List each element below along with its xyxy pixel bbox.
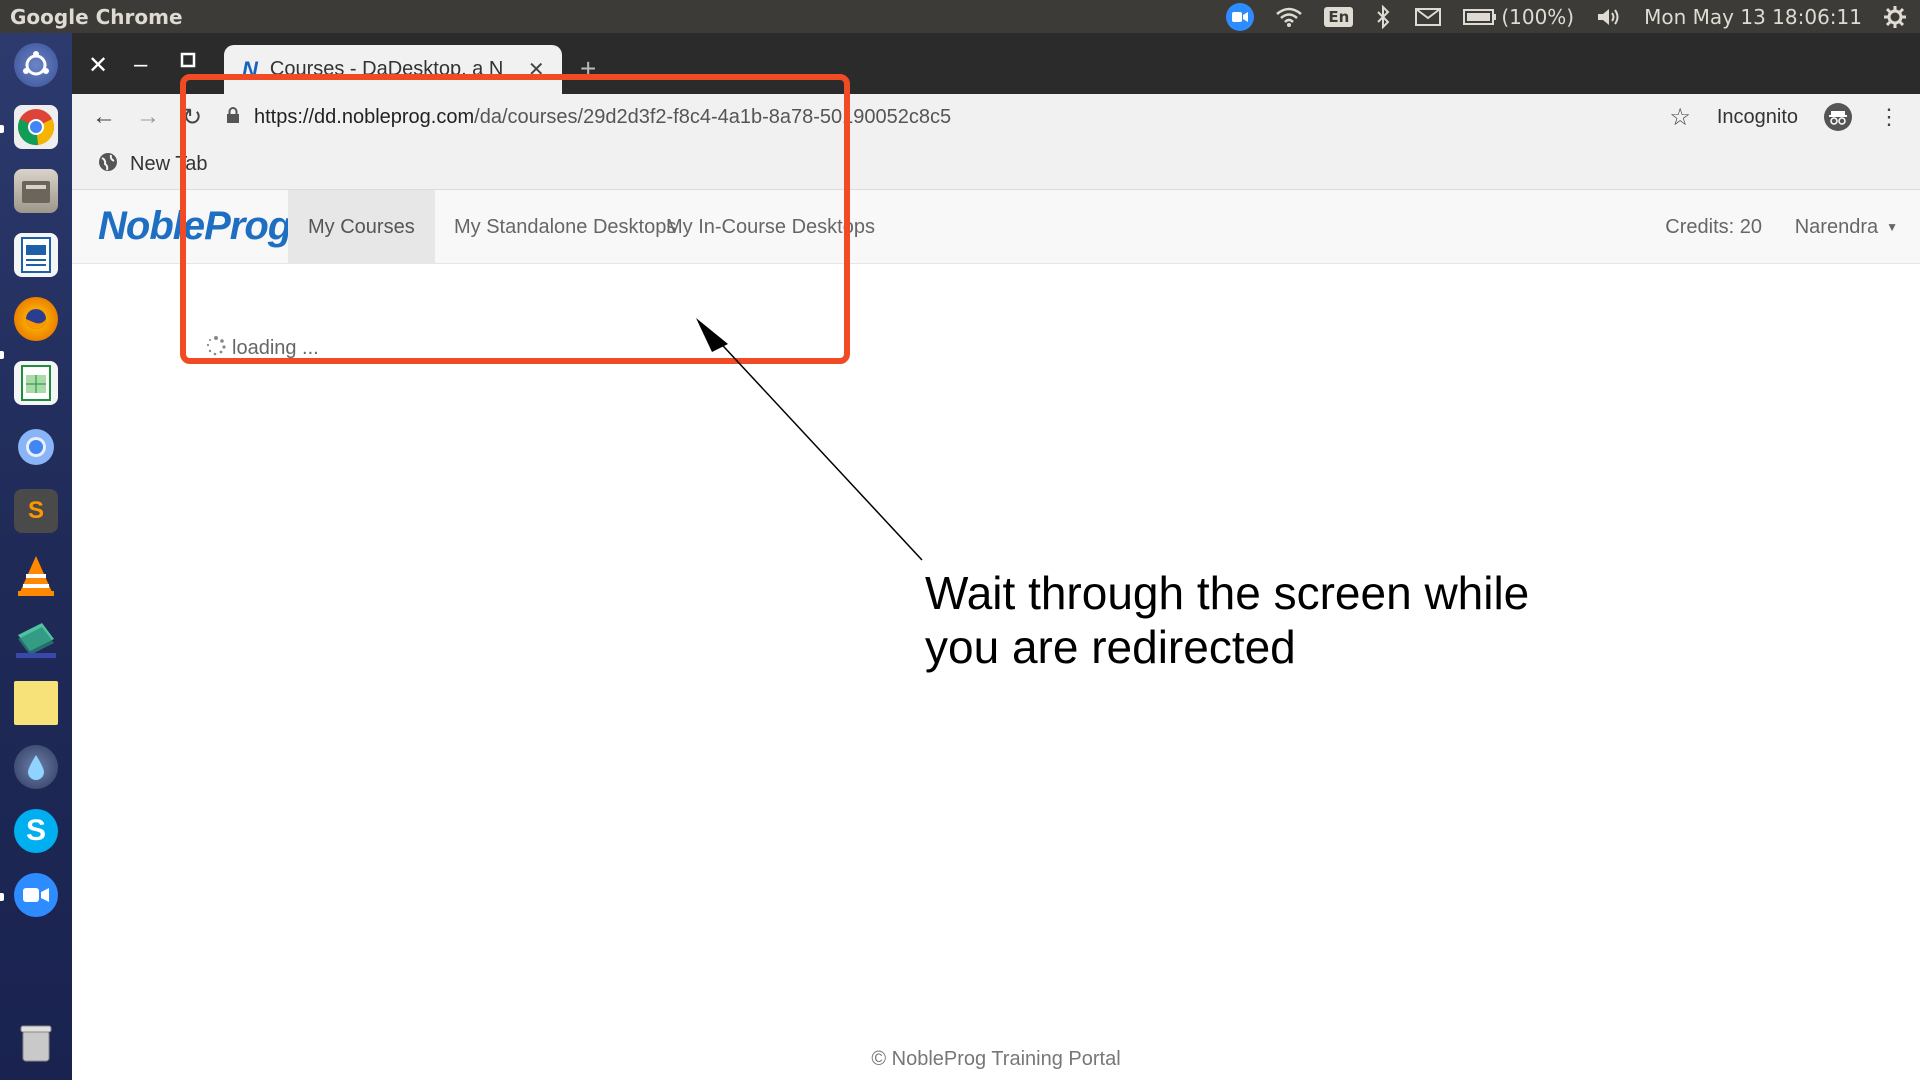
keyboard-layout-indicator[interactable]: En <box>1324 6 1354 27</box>
forward-icon[interactable]: → <box>126 103 170 131</box>
calc-icon[interactable] <box>8 355 64 411</box>
browser-menu-icon[interactable]: ⋮ <box>1878 104 1900 130</box>
zoom-icon[interactable] <box>8 867 64 923</box>
chromium-icon[interactable] <box>8 419 64 475</box>
user-name: Narendra <box>1794 215 1879 238</box>
battery-percentage: (100%) <box>1501 4 1575 29</box>
maximize-window-icon[interactable] <box>180 47 196 75</box>
annotation-line-1: Wait through the screen while <box>925 567 1530 619</box>
running-indicator <box>0 125 4 133</box>
incognito-icon[interactable] <box>1824 103 1852 131</box>
incognito-label: Incognito <box>1716 105 1798 128</box>
active-app-name: Google Chrome <box>10 4 183 29</box>
system-top-bar: Google Chrome En (100%) Mon May 13 18:06… <box>0 0 1920 33</box>
credits-indicator: Credits: 20 <box>1665 215 1762 238</box>
bluetooth-icon[interactable] <box>1375 4 1393 29</box>
writer-icon[interactable] <box>8 227 64 283</box>
trash-icon[interactable] <box>8 1015 64 1071</box>
clock[interactable]: Mon May 13 18:06:11 <box>1644 5 1862 29</box>
skype-icon[interactable]: S <box>8 803 64 859</box>
bookmark-star-icon[interactable]: ☆ <box>1669 103 1691 132</box>
drops-icon[interactable] <box>8 739 64 795</box>
notes-icon[interactable] <box>8 675 64 731</box>
system-tray: En (100%) Mon May 13 18:06:11 <box>1226 2 1920 31</box>
zoom-tray-icon[interactable] <box>1226 2 1255 31</box>
volume-icon[interactable] <box>1596 7 1622 27</box>
close-window-icon[interactable]: ✕ <box>88 51 108 80</box>
chrome-icon[interactable] <box>8 99 64 155</box>
running-indicator <box>0 351 4 359</box>
back-icon[interactable]: ← <box>82 103 126 131</box>
globe-icon <box>98 152 118 178</box>
app-launcher: S S <box>0 33 72 1080</box>
caret-down-icon: ▼ <box>1886 220 1898 234</box>
firefox-icon[interactable] <box>8 291 64 347</box>
battery-icon[interactable]: (100%) <box>1463 5 1574 29</box>
sublime-text-icon[interactable]: S <box>8 483 64 539</box>
files-icon[interactable] <box>8 163 64 219</box>
annotation-highlight-box <box>180 74 850 364</box>
page-footer: © NobleProg Training Portal <box>871 1048 1121 1070</box>
pdf-tool-icon[interactable] <box>8 611 64 667</box>
running-indicator <box>0 893 4 901</box>
wifi-icon[interactable] <box>1276 7 1303 27</box>
toolbar-right: ☆ Incognito ⋮ <box>1669 103 1920 132</box>
minimize-window-icon[interactable]: – <box>134 51 147 79</box>
user-menu[interactable]: Narendra ▼ <box>1795 190 1898 264</box>
annotation-line-2: you are redirected <box>925 621 1296 673</box>
mail-icon[interactable] <box>1415 7 1442 26</box>
annotation-caption: Wait through the screen while you are re… <box>925 566 1645 674</box>
ubuntu-dash-icon[interactable] <box>8 37 64 93</box>
gear-icon[interactable] <box>1884 5 1906 28</box>
vlc-icon[interactable] <box>8 547 64 603</box>
